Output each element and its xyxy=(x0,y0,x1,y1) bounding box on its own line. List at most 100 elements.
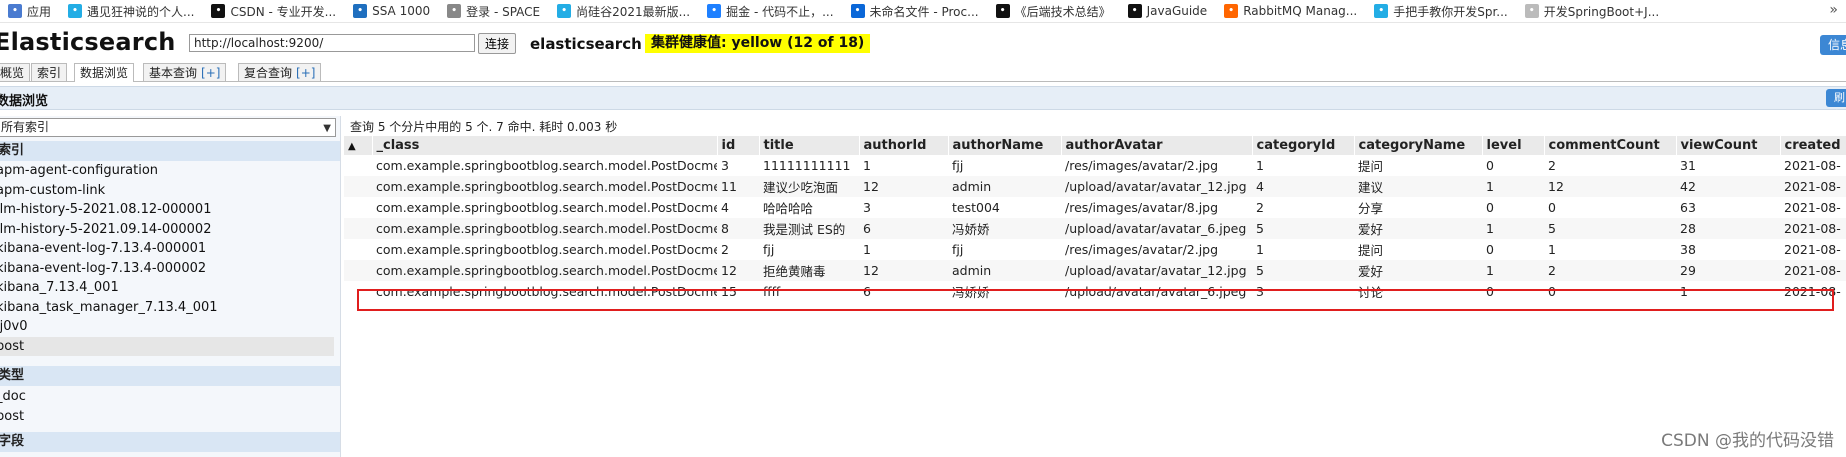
table-row[interactable]: com.example.springbootblog.search.model.… xyxy=(344,281,1846,302)
sidebar-section-field[interactable]: 字段 xyxy=(0,432,340,452)
table-cell: 提问 xyxy=(1354,155,1482,176)
bookmark-item[interactable]: • 尚硅谷2021最新版... xyxy=(557,0,699,22)
row-gutter xyxy=(344,218,372,239)
refresh-button[interactable]: 刷新 xyxy=(1826,89,1846,122)
table-row[interactable]: com.example.springbootblog.search.model.… xyxy=(344,197,1846,218)
table-cell: 建议少吃泡面 xyxy=(759,176,859,197)
table-row[interactable]: com.example.springbootblog.search.model.… xyxy=(344,155,1846,176)
column-header[interactable]: title xyxy=(759,136,860,155)
table-row[interactable]: com.example.springbootblog.search.model.… xyxy=(344,260,1846,281)
sidebar-section-index[interactable]: 索引 xyxy=(0,141,340,161)
panel-title: 数据浏览 xyxy=(0,94,49,109)
bookmark-item[interactable]: • 开发SpringBoot+J... xyxy=(1524,0,1668,22)
bookmark-item[interactable]: • RabbitMQ Manag... xyxy=(1224,0,1366,22)
table-cell: 5 xyxy=(1252,218,1354,239)
column-header[interactable]: authorAvatar xyxy=(1061,136,1253,155)
bookmark-item[interactable]: • 遇见狂神说的个人... xyxy=(68,0,203,22)
column-header[interactable]: categoryName xyxy=(1354,136,1483,155)
sidebar-index-item[interactable]: jj0v0 xyxy=(0,317,334,336)
bilibili-icon: • xyxy=(557,4,572,18)
more-bookmarks-icon[interactable]: » xyxy=(1829,2,1838,18)
sidebar-index-item[interactable]: ilm-history-5-2021.09.14-000002 xyxy=(0,220,334,239)
sidebar-type-item[interactable]: _doc xyxy=(0,387,334,406)
sidebar-section-type[interactable]: 类型 xyxy=(0,366,340,386)
table-cell: ffff xyxy=(759,281,859,302)
table-row[interactable]: com.example.springbootblog.search.model.… xyxy=(344,176,1846,197)
bookmark-item[interactable]: • 手把手教你开发Spr... xyxy=(1374,0,1517,22)
bookmarks-bar: • 应用 • 遇见狂神说的个人... • CSDN - 专业开发... • SSA 1000 •… xyxy=(0,0,1846,23)
bookmark-item[interactable]: • 未命名文件 - Proc... xyxy=(850,0,988,22)
table-cell: test004 xyxy=(948,197,1061,218)
row-gutter xyxy=(344,281,372,302)
globe-icon: • xyxy=(1127,4,1142,18)
tab-browser[interactable]: 数据浏览 xyxy=(74,63,135,82)
browser-panel-title: 数据浏览 刷新 xyxy=(0,86,1846,122)
sidebar-index-item[interactable]: kibana_task_manager_7.13.4_001 xyxy=(0,298,334,317)
sidebar-index-item[interactable]: apm-custom-link xyxy=(0,181,334,200)
table-cell: 12 xyxy=(1544,176,1676,197)
table-cell: /upload/avatar/avatar_6.jpeg xyxy=(1061,218,1252,239)
bookmark-item[interactable]: • 掘金 - 代码不止，... xyxy=(707,0,842,22)
tab-basic-query[interactable]: 基本查询 [+] xyxy=(143,63,227,81)
tab-compound-query[interactable]: 复合查询 [+] xyxy=(238,63,322,81)
column-header[interactable]: viewCount xyxy=(1676,136,1781,155)
sidebar-index-item[interactable]: kibana_7.13.4_001 xyxy=(0,278,334,297)
bookmark-item[interactable]: • 应用 xyxy=(8,0,60,22)
sort-toggle[interactable]: ▲ xyxy=(344,136,373,155)
tab-indices[interactable]: 索引 xyxy=(31,63,68,81)
bookmark-label: 开发SpringBoot+J... xyxy=(1543,4,1660,19)
bookmark-item[interactable]: • CSDN - 专业开发... xyxy=(211,0,345,22)
bookmark-item[interactable]: • SSA 1000 xyxy=(353,0,439,22)
table-cell: 1 xyxy=(859,239,948,260)
connect-button[interactable]: 连接 xyxy=(478,33,517,54)
tab-overview[interactable]: 概览 xyxy=(0,63,31,81)
table-cell: com.example.springbootblog.search.model.… xyxy=(372,176,717,197)
table-cell: 1 xyxy=(1252,155,1354,176)
table-cell: 28 xyxy=(1676,218,1780,239)
table-cell: 0 xyxy=(1482,281,1544,302)
column-header[interactable]: created xyxy=(1780,136,1846,155)
table-cell: com.example.springbootblog.search.model.… xyxy=(372,218,717,239)
table-cell: /upload/avatar/avatar_12.jpg xyxy=(1061,176,1252,197)
app-header: Elasticsearch 连接 elasticsearch 集群健康值: ye… xyxy=(0,26,1846,60)
table-cell: 拒绝黄赌毒 xyxy=(759,260,859,281)
column-header[interactable]: _class xyxy=(372,136,718,155)
table-cell: 5 xyxy=(1252,260,1354,281)
table-cell: /upload/avatar/avatar_12.jpg xyxy=(1061,260,1252,281)
table-cell: 2021-08- xyxy=(1780,197,1846,218)
index-select[interactable]: 所有索引 ▼ xyxy=(0,118,336,137)
bookmark-label: 应用 xyxy=(27,4,52,19)
table-cell: fjj xyxy=(948,155,1061,176)
table-cell: 8 xyxy=(717,218,759,239)
sidebar-type-item[interactable]: post xyxy=(0,407,334,426)
column-header[interactable]: categoryId xyxy=(1252,136,1355,155)
bookmark-item[interactable]: • 《后端技术总结》 xyxy=(995,0,1120,22)
table-cell: 0 xyxy=(1482,239,1544,260)
table-row[interactable]: com.example.springbootblog.search.model.… xyxy=(344,239,1846,260)
bilibili-icon: • xyxy=(68,4,83,18)
column-header[interactable]: level xyxy=(1482,136,1545,155)
results-table: ▲ _class id title authorId authorName authorAv… xyxy=(344,136,1846,302)
cluster-health-badge: 集群健康值: yellow (12 of 18) xyxy=(645,34,871,53)
table-cell: /res/images/avatar/2.jpg xyxy=(1061,239,1252,260)
bookmark-item[interactable]: • 登录 - SPACE xyxy=(447,0,549,22)
cluster-url-input[interactable] xyxy=(189,34,475,52)
table-cell: 12 xyxy=(859,176,948,197)
table-cell: 3 xyxy=(717,155,759,176)
sidebar-index-item[interactable]: post xyxy=(0,336,334,356)
sidebar-index-item[interactable]: kibana-event-log-7.13.4-000001 xyxy=(0,239,334,258)
column-header[interactable]: id xyxy=(717,136,760,155)
sidebar-index-item[interactable]: apm-agent-configuration xyxy=(0,161,334,180)
sidebar-index-item[interactable]: ilm-history-5-2021.08.12-000001 xyxy=(0,200,334,219)
bookmark-item[interactable]: • JavaGuide xyxy=(1127,0,1217,22)
column-header[interactable]: commentCount xyxy=(1544,136,1677,155)
table-cell: 11 xyxy=(717,176,759,197)
sidebar-index-item[interactable]: kibana-event-log-7.13.4-000002 xyxy=(0,259,334,278)
info-button[interactable]: 信息 xyxy=(1820,35,1846,55)
column-header[interactable]: authorId xyxy=(859,136,949,155)
table-cell: admin xyxy=(948,260,1061,281)
table-row[interactable]: com.example.springbootblog.search.model.… xyxy=(344,218,1846,239)
column-header[interactable]: authorName xyxy=(948,136,1062,155)
table-cell: 1 xyxy=(859,155,948,176)
table-cell: com.example.springbootblog.search.model.… xyxy=(372,197,717,218)
